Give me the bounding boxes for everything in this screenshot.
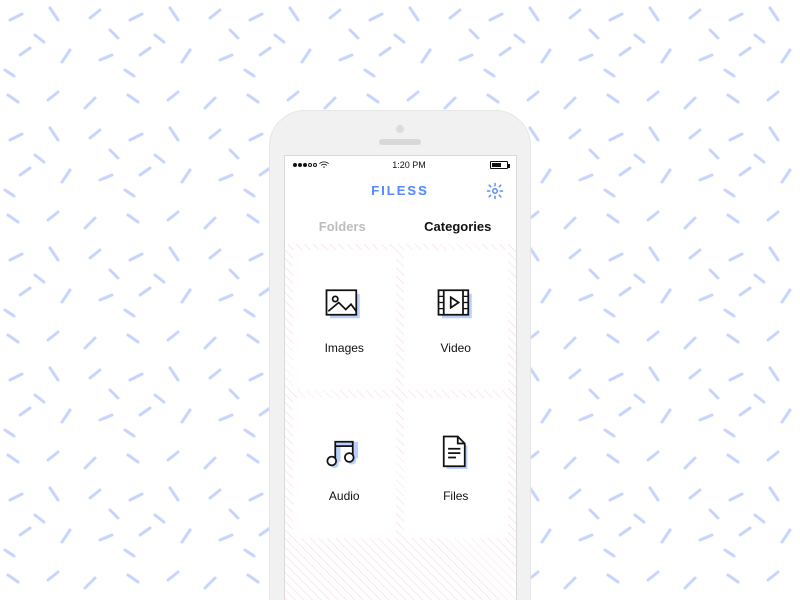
card-video[interactable]: Video (404, 250, 508, 390)
wifi-icon (319, 161, 329, 169)
card-label: Files (443, 489, 468, 503)
phone-camera-dot (396, 125, 404, 133)
card-label: Audio (329, 489, 360, 503)
card-audio[interactable]: Audio (293, 398, 397, 538)
tabs: Folders Categories (285, 208, 516, 244)
file-icon (435, 433, 477, 475)
app-header: FILESS (285, 174, 516, 208)
card-label: Video (441, 341, 471, 355)
category-grid: Images (285, 244, 516, 600)
card-label: Images (325, 341, 364, 355)
battery-icon (490, 161, 508, 169)
image-icon (323, 285, 365, 327)
status-bar: 1:20 PM (285, 156, 516, 174)
audio-icon (323, 433, 365, 475)
status-time: 1:20 PM (392, 160, 426, 170)
tab-categories[interactable]: Categories (400, 219, 516, 234)
settings-button[interactable] (484, 180, 506, 202)
card-images[interactable]: Images (293, 250, 397, 390)
phone-frame: 1:20 PM FILESS Folders Categories (269, 110, 531, 600)
app-title: FILESS (371, 183, 429, 198)
phone-speaker (379, 139, 421, 145)
phone-screen: 1:20 PM FILESS Folders Categories (284, 155, 517, 600)
phone-bezel-top (270, 125, 530, 145)
status-left (293, 161, 329, 169)
gear-icon (486, 182, 504, 200)
tab-folders[interactable]: Folders (285, 219, 401, 234)
card-files[interactable]: Files (404, 398, 508, 538)
video-icon (435, 285, 477, 327)
signal-icon (293, 163, 317, 167)
